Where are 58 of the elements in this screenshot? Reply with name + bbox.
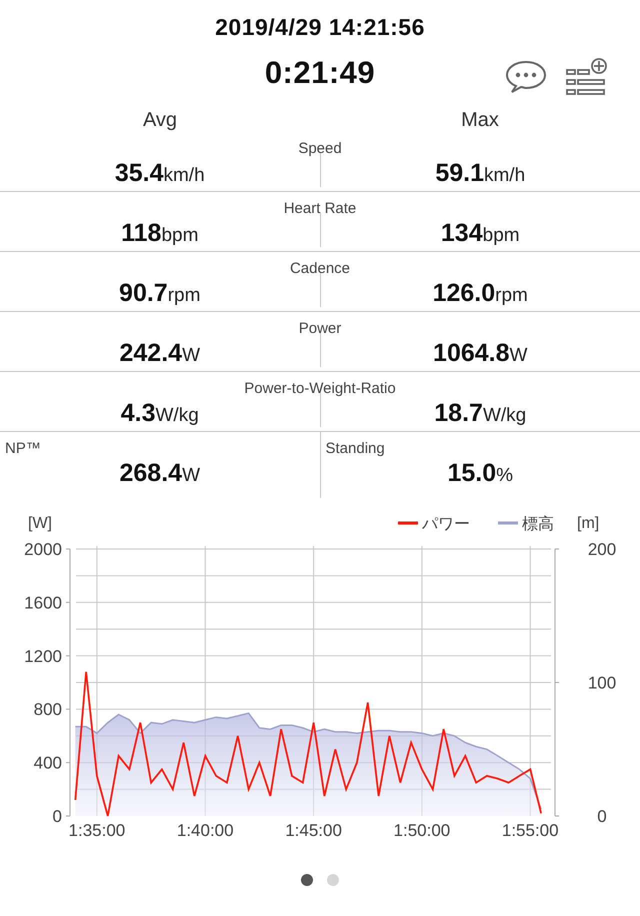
column-header: Avg — [142, 109, 178, 132]
unit-label: W/kg — [155, 405, 199, 427]
metric-label: Heart Rate — [282, 200, 358, 217]
stat-value: 59.1 — [435, 159, 484, 188]
axis-label: 800 — [34, 700, 62, 720]
axis-label: 1200 — [24, 646, 62, 666]
unit-label: W — [510, 345, 528, 367]
date-time: 2019/4/29 14:21:56 — [215, 14, 425, 41]
unit-label: bpm — [161, 225, 198, 247]
unit-label: km/h — [484, 165, 526, 187]
stat-value: 4.3 — [120, 399, 156, 428]
unit-label: rpm — [495, 285, 528, 307]
unit-label: bpm — [482, 225, 520, 247]
axis-label: 2000 — [24, 540, 62, 559]
stat-value: 242.4 — [120, 339, 182, 368]
stat-value: 1064.8 — [433, 339, 510, 368]
stat-value: 35.4 — [114, 159, 164, 188]
speech-bubble-icon — [504, 59, 548, 95]
axis-unit: [W] — [28, 515, 52, 532]
axis-label: 0 — [597, 807, 607, 826]
stat-value: 268.4 — [120, 459, 182, 488]
duration: 0:21:49 — [264, 55, 376, 91]
metric-label: NP™ — [5, 440, 41, 457]
axis-label: 1:45:00 — [285, 821, 342, 840]
legend-item: 標高 — [498, 516, 554, 533]
legend-item: パワー — [398, 516, 470, 533]
unit-label: W — [182, 465, 200, 487]
stat-value: 126.0 — [432, 279, 496, 308]
metric-label: Power-to-Weight-Ratio — [243, 380, 397, 397]
metric-label: Cadence — [288, 260, 352, 277]
metric-label: Power — [298, 320, 342, 337]
stat-value: 18.7 — [434, 399, 483, 428]
stat-value: 15.0 — [447, 459, 496, 488]
unit-label: km/h — [163, 165, 205, 187]
unit-label: % — [496, 465, 514, 487]
page-dot[interactable] — [327, 874, 339, 886]
stat-value: 118 — [121, 219, 162, 248]
page-dot[interactable] — [301, 874, 313, 886]
axis-label: 200 — [588, 540, 616, 559]
axis-label: 1:35:00 — [68, 821, 126, 840]
axis-label: 100 — [588, 674, 616, 692]
unit-label: W/kg — [482, 405, 526, 427]
legend-label: 標高 — [522, 515, 554, 533]
legend-label: パワー — [421, 516, 470, 533]
metric-label: Speed — [297, 140, 343, 157]
axis-label: 1:55:00 — [502, 821, 559, 840]
column-header: Max — [460, 109, 500, 132]
metric-label: Standing — [326, 440, 385, 457]
axis-unit: [m] — [577, 515, 600, 532]
stat-value: 134 — [440, 219, 483, 248]
axis-label: 1600 — [24, 593, 62, 612]
unit-label: rpm — [168, 285, 200, 307]
unit-label: W — [182, 345, 200, 367]
axis-label: 1:50:00 — [394, 821, 450, 840]
axis-label: 1:40:00 — [176, 821, 234, 840]
axis-label: 0 — [52, 807, 62, 826]
axis-label: 400 — [34, 754, 62, 773]
stat-value: 90.7 — [119, 279, 168, 308]
